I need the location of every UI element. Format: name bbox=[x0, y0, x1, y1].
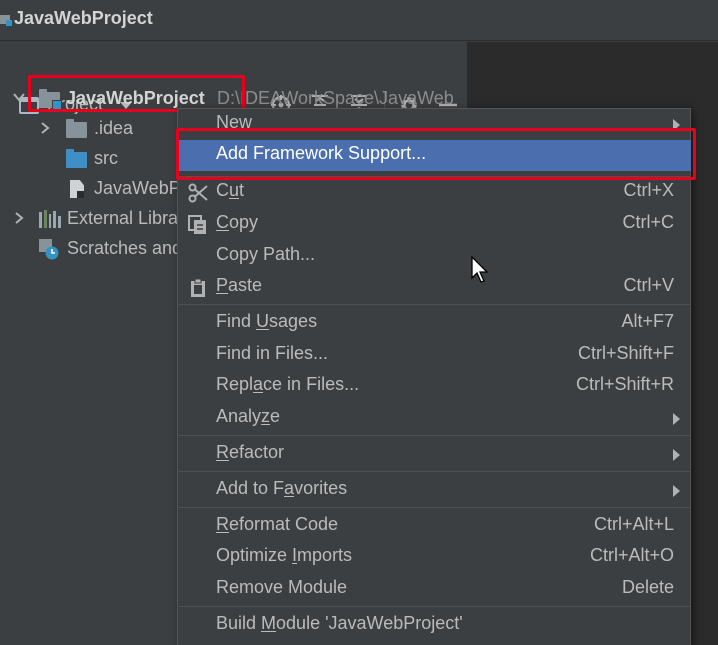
menu-item-label: Find Usages bbox=[216, 311, 318, 331]
project-panel-header: Project bbox=[0, 42, 467, 118]
menu-item-shortcut: Ctrl+Alt+O bbox=[589, 545, 674, 565]
tree-item-label: Scratches and bbox=[67, 238, 183, 258]
menu-item-add-framework-support[interactable]: Add Framework Support... bbox=[179, 140, 691, 171]
menu-separator bbox=[179, 304, 691, 305]
menu-item-label: Remove Module bbox=[216, 577, 348, 597]
menu-item-cut[interactable]: Cut Ctrl+X bbox=[179, 177, 691, 208]
menu-item-remove-module[interactable]: Remove Module Delete bbox=[179, 574, 691, 605]
tree-item-label: src bbox=[94, 148, 118, 168]
submenu-arrow-icon bbox=[673, 449, 680, 461]
menu-item-new[interactable]: New bbox=[179, 109, 691, 140]
chevron-down-icon[interactable] bbox=[12, 90, 26, 107]
clipboard-icon bbox=[187, 277, 209, 299]
menu-item-paste[interactable]: Paste Ctrl+V bbox=[179, 272, 691, 303]
tree-item-iml[interactable]: JavaWebP bbox=[0, 174, 181, 204]
library-icon bbox=[39, 210, 61, 228]
menu-item-label: New bbox=[216, 112, 253, 132]
menu-item-label: Analyze bbox=[216, 406, 281, 426]
menu-item-label: Add Framework Support... bbox=[216, 143, 427, 163]
submenu-arrow-icon bbox=[673, 485, 680, 497]
menu-item-refactor[interactable]: Refactor bbox=[179, 439, 691, 470]
menu-item-shortcut: Alt+F7 bbox=[621, 311, 674, 331]
menu-item-shortcut: Ctrl+C bbox=[622, 212, 674, 232]
module-folder-icon bbox=[39, 89, 62, 110]
menu-item-label: Build Module 'JavaWebProject' bbox=[216, 613, 463, 633]
menu-item-label: Replace in Files... bbox=[216, 374, 360, 394]
tree-root-label: JavaWebProject bbox=[66, 88, 205, 108]
mouse-cursor-icon bbox=[471, 256, 489, 283]
menu-separator bbox=[179, 435, 691, 436]
menu-separator bbox=[179, 471, 691, 472]
tree-item-label: JavaWebP bbox=[94, 178, 181, 198]
menu-item-add-to-favorites[interactable]: Add to Favorites bbox=[179, 475, 691, 506]
scratches-icon bbox=[39, 239, 59, 260]
submenu-arrow-icon bbox=[673, 119, 680, 131]
scissors-icon bbox=[187, 182, 209, 204]
menu-item-find-usages[interactable]: Find Usages Alt+F7 bbox=[179, 308, 691, 339]
tree-item-external-libraries[interactable]: External Libra bbox=[0, 204, 180, 234]
menu-item-reformat-code[interactable]: Reformat Code Ctrl+Alt+L bbox=[179, 511, 691, 542]
copy-icon bbox=[187, 214, 209, 236]
menu-item-label: Add to Favorites bbox=[216, 478, 348, 498]
menu-item-optimize-imports[interactable]: Optimize Imports Ctrl+Alt+O bbox=[179, 542, 691, 573]
menu-item-replace-in-files[interactable]: Replace in Files... Ctrl+Shift+R bbox=[179, 371, 691, 402]
menu-item-label: Cut bbox=[216, 180, 245, 200]
source-folder-icon bbox=[66, 149, 87, 168]
menu-item-shortcut: Ctrl+V bbox=[623, 275, 674, 295]
menu-item-label: Refactor bbox=[216, 442, 285, 462]
tree-item-src[interactable]: src bbox=[0, 144, 180, 174]
menu-item-shortcut: Ctrl+Alt+L bbox=[593, 514, 674, 534]
folder-icon bbox=[66, 119, 87, 138]
window-title: JavaWebProject bbox=[14, 8, 153, 28]
menu-item-shortcut: Delete bbox=[621, 577, 674, 597]
menu-item-label: Optimize Imports bbox=[216, 545, 353, 565]
menu-item-label: Find in Files... bbox=[216, 343, 329, 363]
submenu-arrow-icon bbox=[673, 413, 680, 425]
tree-root-path: D:\IDEAWorkSpace\JavaWeb bbox=[217, 88, 454, 108]
menu-item-copy-path[interactable]: Copy Path... bbox=[179, 241, 691, 272]
context-menu: New Add Framework Support... Cut Ctrl+X … bbox=[177, 108, 691, 645]
menu-separator bbox=[179, 507, 691, 508]
menu-item-label: Reformat Code bbox=[216, 514, 339, 534]
tree-item-idea[interactable]: .idea bbox=[0, 114, 180, 144]
chevron-right-icon[interactable] bbox=[38, 121, 52, 138]
menu-item-shortcut: Ctrl+Shift+R bbox=[575, 374, 674, 394]
chevron-right-icon[interactable] bbox=[12, 211, 26, 228]
menu-item-label: Paste bbox=[216, 275, 263, 295]
title-bar: JavaWebProject bbox=[0, 0, 718, 41]
tree-item-label: External Libra bbox=[67, 208, 179, 228]
tree-item-label: .idea bbox=[94, 118, 134, 138]
menu-item-build-module[interactable]: Build Module 'JavaWebProject' bbox=[179, 610, 691, 641]
iml-file-icon bbox=[70, 180, 84, 198]
menu-item-shortcut: Ctrl+Shift+F bbox=[577, 343, 674, 363]
menu-item-analyze[interactable]: Analyze bbox=[179, 403, 691, 434]
menu-item-copy[interactable]: Copy Ctrl+C bbox=[179, 209, 691, 240]
menu-separator bbox=[179, 606, 691, 607]
menu-item-find-in-files[interactable]: Find in Files... Ctrl+Shift+F bbox=[179, 340, 691, 371]
module-folder-icon bbox=[0, 15, 12, 26]
menu-item-label: Copy bbox=[216, 212, 259, 232]
menu-item-label: Copy Path... bbox=[216, 244, 316, 264]
menu-item-shortcut: Ctrl+X bbox=[623, 180, 674, 200]
tree-item-scratches[interactable]: Scratches and bbox=[0, 234, 183, 264]
